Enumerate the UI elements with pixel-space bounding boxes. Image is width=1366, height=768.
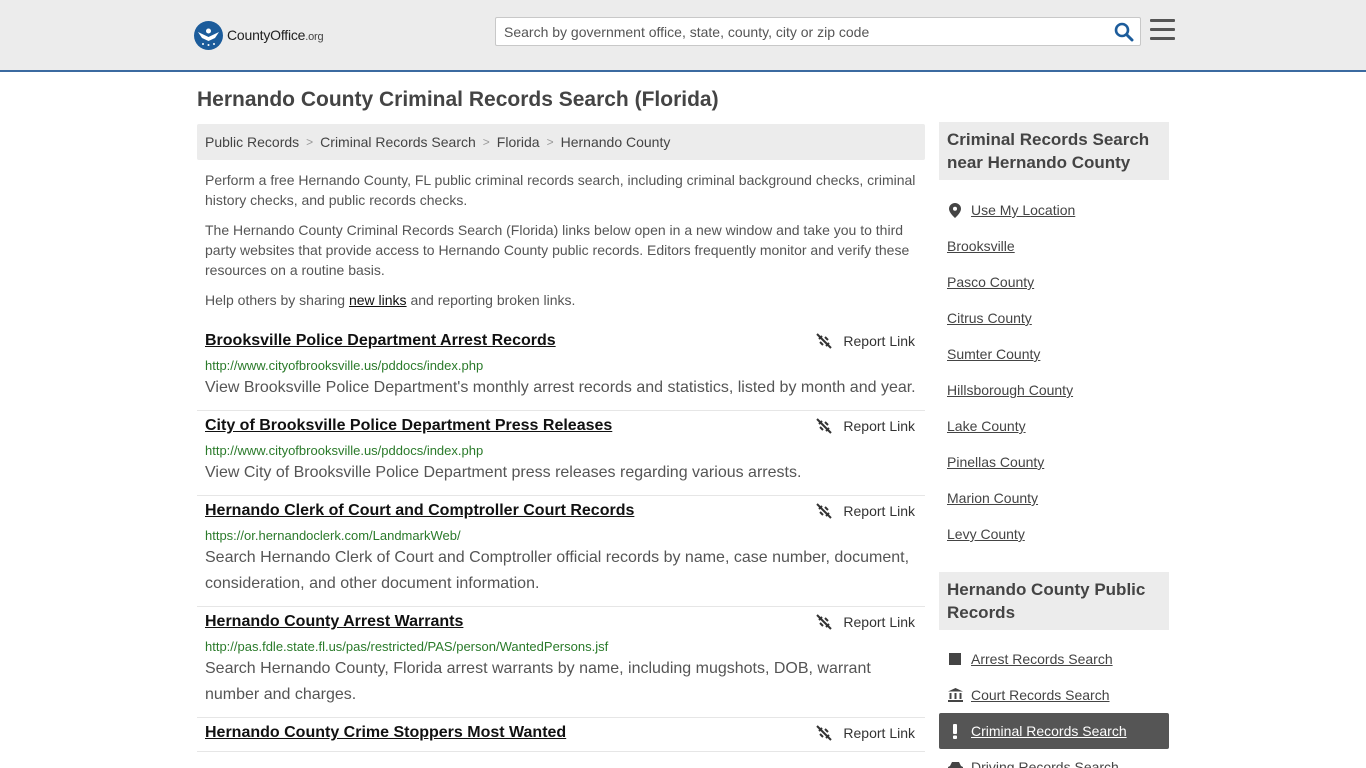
record-item: Brooksville Police Department Arrest Rec… bbox=[197, 326, 925, 411]
use-my-location-link[interactable]: Use My Location bbox=[971, 202, 1075, 218]
breadcrumb-item-criminal-records-search[interactable]: Criminal Records Search bbox=[320, 134, 476, 150]
intro-text: Perform a free Hernando County, FL publi… bbox=[205, 170, 920, 320]
nearby-item[interactable]: Sumter County bbox=[947, 336, 1169, 372]
new-links-link[interactable]: new links bbox=[349, 292, 407, 308]
square-icon bbox=[947, 653, 963, 665]
use-my-location-item[interactable]: Use My Location bbox=[947, 192, 1169, 228]
nearby-item[interactable]: Brooksville bbox=[947, 228, 1169, 264]
exclamation-icon bbox=[947, 723, 963, 739]
map-pin-icon bbox=[947, 202, 963, 218]
public-records-heading: Hernando County Public Records bbox=[939, 572, 1169, 630]
courthouse-icon bbox=[947, 688, 963, 702]
record-url: http://pas.fdle.state.fl.us/pas/restrict… bbox=[205, 639, 609, 654]
nearby-item[interactable]: Citrus County bbox=[947, 300, 1169, 336]
nearby-link-hillsborough-county[interactable]: Hillsborough County bbox=[947, 382, 1073, 398]
breadcrumb-item-florida[interactable]: Florida bbox=[497, 134, 540, 150]
nearby-item[interactable]: Hillsborough County bbox=[947, 372, 1169, 408]
nearby-item[interactable]: Pinellas County bbox=[947, 444, 1169, 480]
nearby-heading: Criminal Records Search near Hernando Co… bbox=[939, 122, 1169, 180]
record-title-link[interactable]: Hernando County Arrest Warrants bbox=[205, 614, 463, 630]
nearby-item[interactable]: Marion County bbox=[947, 480, 1169, 516]
report-link-button[interactable]: Report Link bbox=[816, 418, 915, 434]
search-input[interactable] bbox=[496, 18, 1106, 45]
record-description: Search Hernando Clerk of Court and Compt… bbox=[205, 549, 910, 592]
public-records-list: Arrest Records Search Court Records Sear… bbox=[939, 641, 1169, 768]
record-title-link[interactable]: Hernando County Crime Stoppers Most Want… bbox=[205, 725, 566, 741]
record-list: Brooksville Police Department Arrest Rec… bbox=[197, 326, 925, 752]
public-record-item[interactable]: Arrest Records Search bbox=[947, 641, 1169, 677]
broken-link-icon bbox=[816, 418, 833, 434]
breadcrumb-item-public-records[interactable]: Public Records bbox=[205, 134, 299, 150]
broken-link-icon bbox=[816, 333, 833, 349]
intro-paragraph: Help others by sharing new links and rep… bbox=[205, 292, 576, 308]
search-box bbox=[495, 17, 1141, 46]
nearby-link-pasco-county[interactable]: Pasco County bbox=[947, 274, 1034, 290]
breadcrumb-separator-icon: > bbox=[482, 135, 490, 149]
page-title: Hernando County Criminal Records Search … bbox=[197, 88, 719, 111]
report-link-button[interactable]: Report Link bbox=[816, 614, 915, 630]
broken-link-icon bbox=[816, 614, 833, 630]
report-link-button[interactable]: Report Link bbox=[816, 725, 915, 741]
nearby-item[interactable]: Pasco County bbox=[947, 264, 1169, 300]
nearby-link-marion-county[interactable]: Marion County bbox=[947, 490, 1038, 506]
record-title-link[interactable]: Hernando Clerk of Court and Comptroller … bbox=[205, 503, 634, 519]
nearby-link-brooksville[interactable]: Brooksville bbox=[947, 238, 1015, 254]
search-icon[interactable] bbox=[1114, 22, 1134, 42]
nearby-item[interactable]: Levy County bbox=[947, 516, 1169, 552]
report-link-button[interactable]: Report Link bbox=[816, 503, 915, 519]
hamburger-menu-icon[interactable] bbox=[1150, 19, 1175, 41]
record-item: Hernando County Arrest Warrants Report L… bbox=[197, 607, 925, 718]
logo-eagle-icon bbox=[194, 20, 223, 50]
record-item: Hernando Clerk of Court and Comptroller … bbox=[197, 496, 925, 607]
breadcrumb-separator-icon: > bbox=[306, 135, 314, 149]
record-description: View Brooksville Police Department's mon… bbox=[205, 379, 916, 396]
top-header: CountyOffice.org bbox=[0, 0, 1366, 72]
nearby-link-sumter-county[interactable]: Sumter County bbox=[947, 346, 1040, 362]
record-title-link[interactable]: City of Brooksville Police Department Pr… bbox=[205, 418, 612, 434]
site-logo[interactable]: CountyOffice.org bbox=[194, 20, 324, 50]
nearby-item[interactable]: Lake County bbox=[947, 408, 1169, 444]
court-records-search-link[interactable]: Court Records Search bbox=[971, 687, 1110, 703]
breadcrumb-item-hernando-county[interactable]: Hernando County bbox=[561, 134, 671, 150]
intro-paragraph: Perform a free Hernando County, FL publi… bbox=[205, 172, 916, 208]
breadcrumb-separator-icon: > bbox=[546, 135, 554, 149]
nearby-link-pinellas-county[interactable]: Pinellas County bbox=[947, 454, 1044, 470]
logo-text: CountyOffice.org bbox=[227, 27, 324, 43]
public-record-item[interactable]: Court Records Search bbox=[947, 677, 1169, 713]
record-item: Hernando County Crime Stoppers Most Want… bbox=[197, 718, 925, 752]
broken-link-icon bbox=[816, 503, 833, 519]
record-url: https://or.hernandoclerk.com/LandmarkWeb… bbox=[205, 528, 461, 543]
report-link-button[interactable]: Report Link bbox=[816, 333, 915, 349]
criminal-records-search-link[interactable]: Criminal Records Search bbox=[971, 723, 1127, 739]
nearby-link-citrus-county[interactable]: Citrus County bbox=[947, 310, 1032, 326]
broken-link-icon bbox=[816, 725, 833, 741]
intro-paragraph: The Hernando County Criminal Records Sea… bbox=[205, 222, 910, 278]
record-item: City of Brooksville Police Department Pr… bbox=[197, 411, 925, 496]
arrest-records-search-link[interactable]: Arrest Records Search bbox=[971, 651, 1113, 667]
record-description: View City of Brooksville Police Departme… bbox=[205, 464, 802, 481]
breadcrumb: Public Records > Criminal Records Search… bbox=[197, 124, 925, 160]
driving-records-search-link[interactable]: Driving Records Search bbox=[971, 759, 1119, 768]
record-description: Search Hernando County, Florida arrest w… bbox=[205, 660, 871, 703]
nearby-link-levy-county[interactable]: Levy County bbox=[947, 526, 1025, 542]
car-icon bbox=[947, 761, 963, 768]
public-record-item-active[interactable]: Criminal Records Search bbox=[939, 713, 1169, 749]
public-record-item[interactable]: Driving Records Search bbox=[947, 749, 1169, 768]
record-url: http://www.cityofbrooksville.us/pddocs/i… bbox=[205, 358, 484, 373]
record-title-link[interactable]: Brooksville Police Department Arrest Rec… bbox=[205, 333, 556, 349]
nearby-link-lake-county[interactable]: Lake County bbox=[947, 418, 1026, 434]
nearby-list: Use My Location Brooksville Pasco County… bbox=[947, 192, 1169, 552]
record-url: http://www.cityofbrooksville.us/pddocs/i… bbox=[205, 443, 484, 458]
